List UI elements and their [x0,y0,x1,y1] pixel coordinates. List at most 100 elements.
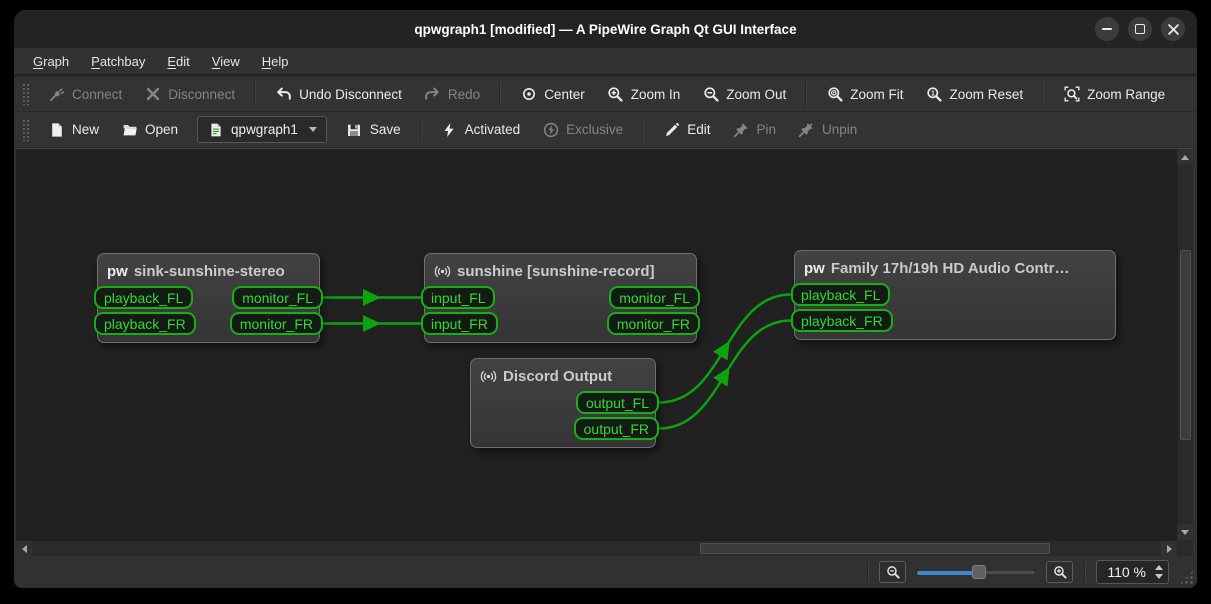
resize-grip[interactable] [1179,570,1194,585]
menu-patchbay[interactable]: Patchbay [82,51,154,72]
pipewire-icon: pw [804,260,825,277]
toolbar-button-center[interactable]: Center [510,81,595,108]
node-sunshine[interactable]: sunshine [sunshine-record] input_FL monito… [421,253,700,343]
window-title: qpwgraph1 [modified] — A PipeWire Graph … [414,21,797,37]
toolbar-button-zoom-in[interactable]: Zoom In [597,81,691,108]
port-monitor_FL[interactable]: monitor_FL [609,286,700,309]
close-button[interactable] [1161,17,1185,41]
horizontal-scroll-thumb[interactable] [700,543,1050,554]
port-output_FL[interactable]: output_FL [575,391,659,414]
toolbar-button-redo[interactable]: Redo [414,81,490,108]
toolbar-button-new[interactable]: New [38,116,109,143]
toolbar-button-connect[interactable]: Connect [38,81,132,108]
titlebar[interactable]: qpwgraph1 [modified] — A PipeWire Graph … [14,10,1197,48]
port-monitor_FR[interactable]: monitor_FR [229,312,323,335]
zoom-slider-handle[interactable] [971,565,986,579]
port-row: output_FL [471,391,659,414]
patchbay-select-combo[interactable]: qpwgraph1 [197,116,327,143]
spin-down-icon[interactable] [1155,574,1163,579]
toolbar-button-save[interactable]: Save [336,116,411,143]
node-family[interactable]: pw Family 17h/19h HD Audio Contr… playback… [791,250,1116,340]
chevron-down-icon [308,127,317,132]
vertical-scroll-thumb[interactable] [1180,250,1191,440]
horizontal-scrollbar[interactable] [16,540,1177,557]
toolbar-button-unpin[interactable]: Unpin [788,116,867,143]
scroll-up-button[interactable] [1177,149,1193,165]
broadcast-icon [480,368,497,385]
port-monitor_FR[interactable]: monitor_FR [606,312,700,335]
toolbar-button-zoom-reset[interactable]: 1 Zoom Reset [916,81,1034,108]
toolbar-button-exclusive[interactable]: Exclusive [532,116,633,143]
menu-view[interactable]: View [203,51,249,72]
menu-help[interactable]: Help [253,51,298,72]
toolbar-separator [642,116,645,143]
port-output_FR[interactable]: output_FR [573,417,659,440]
port-row: playback_FL monitor_FL [94,286,323,309]
graph-canvas[interactable]: pw sink-sunshine-stereo playback_FL monitor… [16,148,1193,557]
node-title: sink-sunshine-stereo [133,263,285,280]
spinbox-arrows [1155,565,1163,579]
arrow-left-icon [21,545,27,553]
port-playback_FL[interactable]: playback_FL [94,286,194,309]
app-window: qpwgraph1 [modified] — A PipeWire Graph … [14,10,1197,588]
node-discord[interactable]: Discord Output output_FL output_FR [470,358,659,448]
maximize-button[interactable] [1128,17,1152,41]
port-playback_FL[interactable]: playback_FL [791,283,891,306]
graph-view: pw sink-sunshine-stereo playback_FL monitor… [16,149,1177,540]
toolbar-button-zoom-range[interactable]: Zoom Range [1053,81,1175,108]
open-icon [121,121,138,138]
port-playback_FR[interactable]: playback_FR [791,309,893,332]
maximize-icon [1135,24,1145,34]
pin-icon [732,121,749,138]
svg-text:1: 1 [931,90,935,97]
port-row: playback_FR [791,309,1115,332]
toolbar-button-activated[interactable]: Activated [431,116,531,143]
arrow-down-icon [1181,529,1189,535]
toolbar-button-disconnect[interactable]: Disconnect [134,81,245,108]
save-icon [346,121,363,138]
zoom-slider[interactable] [917,563,1036,581]
port-row: input_FR monitor_FR [421,312,700,335]
menu-graph[interactable]: Graph [24,51,78,72]
vertical-scrollbar[interactable] [1177,149,1193,540]
node-header: Discord Output [471,359,655,391]
toolbar-separator [805,81,808,107]
toolbar-file: New Open qpwgraph1 Save Activated Exclusiv… [14,112,1197,148]
port-monitor_FL[interactable]: monitor_FL [232,286,323,309]
statusbar-separator [867,562,869,582]
statusbar-zoom-in-button[interactable] [1046,561,1074,583]
menubar: Graph Patchbay Edit View Help [14,48,1197,74]
toolbar-button-label: Zoom Reset [949,86,1024,102]
toolbar-handle[interactable] [22,83,29,105]
toolbar-button-undo-disconnect[interactable]: Undo Disconnect [265,81,412,108]
toolbar-separator [1042,81,1045,107]
scroll-left-button[interactable] [16,541,32,557]
port-input_FR[interactable]: input_FR [421,312,498,335]
toolbar-button-open[interactable]: Open [111,116,188,143]
toolbar-handle[interactable] [22,118,29,141]
toolbar-button-label: Disconnect [168,86,236,102]
patchbay-select-value: qpwgraph1 [231,122,298,137]
port-playback_FR[interactable]: playback_FR [94,312,196,335]
zoom-percent-spinbox[interactable]: 110 % [1096,560,1169,584]
spin-up-icon[interactable] [1155,565,1163,570]
toolbar-button-edit[interactable]: Edit [653,116,720,143]
exclusive-icon [542,121,559,138]
toolbar-button-label: New [72,122,100,137]
pipewire-icon: pw [107,263,128,280]
undo-icon [275,86,292,103]
toolbar-button-zoom-fit[interactable]: Zoom Fit [816,81,913,108]
arrow-right-icon [1166,545,1172,553]
scroll-right-button[interactable] [1161,541,1177,557]
statusbar-zoom-out-button[interactable] [879,561,907,583]
connect-icon [48,86,65,103]
minimize-button[interactable] [1095,17,1119,41]
node-sink[interactable]: pw sink-sunshine-stereo playback_FL monitor… [94,253,323,343]
scroll-down-button[interactable] [1177,524,1193,540]
menu-edit[interactable]: Edit [158,51,198,72]
unpin-icon [798,121,815,138]
toolbar-button-pin[interactable]: Pin [722,116,786,143]
toolbar-button-zoom-out[interactable]: Zoom Out [692,81,796,108]
port-input_FL[interactable]: input_FL [421,286,496,309]
nodes-layer: pw sink-sunshine-stereo playback_FL monitor… [16,149,1177,540]
